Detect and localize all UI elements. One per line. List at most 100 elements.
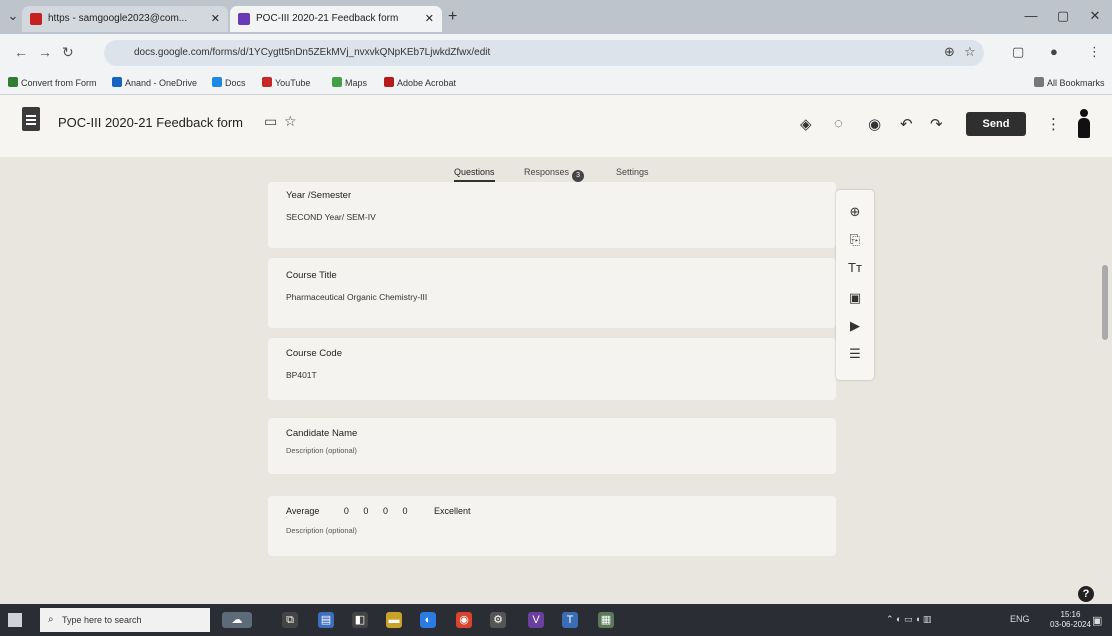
question-title: Course Code <box>286 348 342 359</box>
bookmark-favicon-icon <box>8 77 18 87</box>
url-text: docs.google.com/forms/d/1YCygtt5nDn5ZEkM… <box>134 47 491 58</box>
browser-tab-bar: ⌄ https - samgoogle2023@com... ✕ POC-III… <box>0 0 1112 34</box>
question-card-candidate-name[interactable]: Candidate Name Description (optional) <box>268 418 836 474</box>
windows-taskbar: Type here to search ⌕ ☁ ⧉ ▤ ◧ ▬ ◐ ◉ ⚙ V … <box>0 604 1112 636</box>
question-title: Year /Semester <box>286 190 352 201</box>
bookmark-item[interactable]: Convert from Form <box>8 77 97 88</box>
bookmark-item[interactable]: YouTube <box>262 77 310 88</box>
scale-option[interactable]: 0 <box>344 506 349 516</box>
zoom-icon[interactable]: ⊕ <box>944 44 955 60</box>
scale-min-label: Average <box>286 506 320 516</box>
forward-icon[interactable]: → <box>38 44 52 60</box>
responses-count-badge: 3 <box>572 170 585 182</box>
onedrive-icon <box>112 77 122 87</box>
extensions-icon[interactable]: ▢ <box>1012 44 1024 60</box>
preview-icon[interactable]: ◉ <box>868 115 881 133</box>
scale-option[interactable]: 0 <box>383 506 388 516</box>
tab-questions[interactable]: Questions <box>454 167 495 182</box>
add-image-icon[interactable]: ▣ <box>836 290 874 306</box>
windows-start-icon[interactable] <box>8 613 22 627</box>
palette-icon[interactable]: ◌ <box>834 115 843 132</box>
bookmark-item[interactable]: Adobe Acrobat <box>384 77 456 88</box>
teams-icon[interactable]: T <box>562 612 578 628</box>
close-icon[interactable]: ✕ <box>425 6 434 32</box>
chrome-icon[interactable]: ◉ <box>456 612 472 628</box>
question-description: Description (optional) <box>286 526 357 535</box>
task-view-icon[interactable]: ⧉ <box>282 612 298 628</box>
reload-icon[interactable]: ↻ <box>62 44 74 61</box>
browser-tab-2[interactable]: POC-III 2020-21 Feedback form ✕ <box>230 6 442 32</box>
vlc-icon[interactable]: V <box>528 612 544 628</box>
tab-search-icon[interactable]: ⌄ <box>2 8 24 26</box>
add-question-icon[interactable]: ⊕ <box>836 204 874 220</box>
answer-text: Pharmaceutical Organic Chemistry-III <box>286 292 428 302</box>
folder-icon[interactable]: ▭ <box>264 113 277 130</box>
redo-icon[interactable]: ↷ <box>930 115 943 133</box>
send-button[interactable]: Send <box>966 112 1026 136</box>
customize-theme-icon[interactable]: ◈ <box>800 115 812 133</box>
new-tab-icon[interactable]: + <box>448 8 457 26</box>
gmail-favicon-icon <box>30 13 42 25</box>
add-video-icon[interactable]: ▶ <box>836 318 874 334</box>
import-questions-icon[interactable]: ⎘ <box>836 232 874 248</box>
question-card-average[interactable]: Average 0 0 0 0 Excellent Description (o… <box>268 496 836 556</box>
scale-option[interactable]: 0 <box>402 506 407 516</box>
question-card-course-title[interactable]: Course Title Pharmaceutical Organic Chem… <box>268 258 836 328</box>
clock[interactable]: 15:16 03-06-2024 <box>1050 610 1091 630</box>
help-icon[interactable]: ? <box>1078 586 1094 602</box>
question-card-course-code[interactable]: Course Code BP401T <box>268 338 836 400</box>
scrollbar[interactable] <box>1102 265 1108 340</box>
docs-icon <box>212 77 222 87</box>
bookmark-item[interactable]: Maps <box>332 77 367 88</box>
browser-toolbar: ← → ↻ docs.google.com/forms/d/1YCygtt5nD… <box>0 34 1112 72</box>
store-icon[interactable]: ◧ <box>352 612 368 628</box>
folder-icon[interactable]: ▬ <box>386 612 402 628</box>
bookmark-item[interactable]: Anand - OneDrive <box>112 77 197 88</box>
maximize-icon[interactable]: ▢ <box>1052 8 1074 26</box>
close-window-icon[interactable]: ✕ <box>1084 8 1106 26</box>
weather-widget-icon[interactable]: ☁ <box>222 612 252 628</box>
answer-text: SECOND Year/ SEM-IV <box>286 212 376 222</box>
profile-icon[interactable]: ● <box>1050 44 1058 59</box>
add-section-icon[interactable]: ☰ <box>836 346 874 362</box>
notification-icon[interactable]: ▣ <box>1092 614 1102 627</box>
forms-logo-icon[interactable] <box>22 107 40 131</box>
question-card-year[interactable]: Year /Semester SECOND Year/ SEM-IV <box>268 182 836 248</box>
avatar[interactable] <box>1078 109 1090 139</box>
scale-option[interactable]: 0 <box>363 506 368 516</box>
scale-max-label: Excellent <box>434 506 471 516</box>
app-icon[interactable]: ⚙ <box>490 612 506 628</box>
question-toolbar: ⊕ ⎘ Tт ▣ ▶ ☰ <box>836 190 874 380</box>
answer-text: BP401T <box>286 370 317 380</box>
linear-scale: Average 0 0 0 0 Excellent <box>286 506 471 516</box>
file-explorer-icon[interactable]: ▤ <box>318 612 334 628</box>
language-indicator[interactable]: ENG <box>1010 614 1030 624</box>
tab-title: https - samgoogle2023@com... <box>48 13 188 24</box>
bookmark-item[interactable]: Docs <box>212 77 246 88</box>
forms-favicon-icon <box>238 13 250 25</box>
tab-responses[interactable]: Responses 3 <box>524 167 585 182</box>
photos-icon[interactable]: ▦ <box>598 612 614 628</box>
edge-icon[interactable]: ◐ <box>420 612 436 628</box>
tab-settings[interactable]: Settings <box>616 167 649 177</box>
all-bookmarks[interactable]: All Bookmarks <box>1034 77 1105 88</box>
forms-header: POC-III 2020-21 Feedback form ▭ ☆ ◈ ◌ ◉ … <box>0 95 1112 157</box>
menu-icon[interactable]: ⋮ <box>1088 44 1101 60</box>
add-title-icon[interactable]: Tт <box>836 260 874 275</box>
form-title[interactable]: POC-III 2020-21 Feedback form <box>58 115 243 130</box>
undo-icon[interactable]: ↶ <box>900 115 913 133</box>
question-title: Candidate Name <box>286 428 358 439</box>
address-bar[interactable]: docs.google.com/forms/d/1YCygtt5nDn5ZEkM… <box>104 40 984 66</box>
taskbar-search-input[interactable]: Type here to search <box>40 608 210 632</box>
close-icon[interactable]: ✕ <box>211 6 220 32</box>
acrobat-icon <box>384 77 394 87</box>
system-tray[interactable]: ⌃ ◐ ▭ ◖ ▥ <box>886 614 931 625</box>
folder-icon <box>1034 77 1044 87</box>
star-icon[interactable]: ☆ <box>284 113 297 130</box>
more-options-icon[interactable]: ⋮ <box>1046 115 1061 133</box>
browser-tab-1[interactable]: https - samgoogle2023@com... ✕ <box>22 6 228 32</box>
star-icon[interactable]: ☆ <box>964 44 976 60</box>
minimize-icon[interactable]: — <box>1020 8 1042 26</box>
back-icon[interactable]: ← <box>14 44 28 60</box>
question-title: Course Title <box>286 270 337 281</box>
